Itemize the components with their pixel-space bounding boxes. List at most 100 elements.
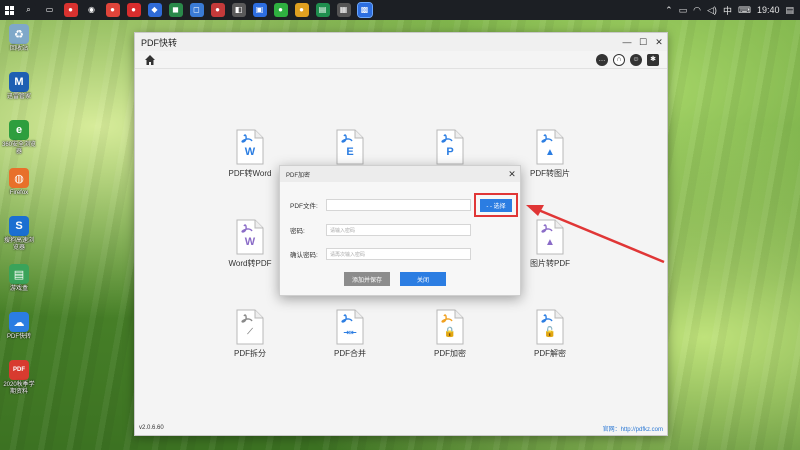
minimize-button[interactable]: —: [619, 33, 635, 51]
tool-card[interactable]: 🔓 PDF解密: [505, 309, 595, 359]
image-badge-icon: ▲: [545, 146, 555, 158]
close-icon[interactable]: ✕: [504, 169, 520, 180]
tool-label: PDF加密: [434, 349, 466, 358]
desktop-item[interactable]: e 360安全浏览器: [2, 116, 36, 164]
close-button[interactable]: 关闭: [400, 272, 446, 286]
app-icon-9[interactable]: ◧: [231, 3, 246, 17]
start-button[interactable]: [0, 0, 18, 20]
letter-badge-icon: P: [446, 146, 454, 158]
tool-label: PDF转图片: [530, 169, 570, 178]
app-icon-12[interactable]: ●: [294, 3, 309, 17]
desktop-item[interactable]: PDF 2020秋季学期资料: [2, 356, 36, 404]
chevron-up-icon[interactable]: ⌃: [665, 5, 673, 16]
task-view-icon[interactable]: ▭: [42, 3, 57, 17]
dialog-header: PDF加密 ✕: [280, 166, 520, 182]
window-title: PDF快转: [141, 37, 178, 48]
file-path-input[interactable]: [326, 199, 471, 211]
tool-label: PDF合并: [334, 349, 366, 358]
pdf-document-icon: ⇥⇤: [335, 309, 365, 345]
confirm-password-label: 确认密码:: [290, 252, 318, 259]
desktop-item[interactable]: ▤ 游戏盒: [2, 260, 36, 308]
search-icon[interactable]: ⌕: [21, 3, 36, 17]
password-label: 密码:: [290, 228, 305, 235]
unlock-badge-icon: 🔓: [543, 326, 557, 338]
app-icon-2[interactable]: ◉: [84, 3, 99, 17]
app-icon-1[interactable]: ●: [63, 3, 78, 17]
home-icon[interactable]: [143, 53, 157, 67]
app-icon-11[interactable]: ●: [273, 3, 288, 17]
user-icon[interactable]: ☺: [630, 53, 642, 66]
desktop-icons: ♻ 回收站 M 迅雷管家 e 360安全浏览器 ◍ Firefox S 搜狗高速浏览器 ▤ 游戏盒 ☁ P…: [2, 20, 36, 404]
pdf-encrypt-dialog: PDF加密 ✕ PDF文件: - - 选择 密码: 请输入密码 确认密码: 请再…: [279, 165, 521, 296]
add-and-save-button[interactable]: 添加并保存: [344, 272, 390, 286]
image-badge-icon: ▲: [545, 236, 555, 248]
desktop-item-label: Firefox: [9, 190, 29, 196]
maximize-button[interactable]: ☐: [635, 33, 651, 51]
ime-indicator[interactable]: 中: [723, 4, 732, 17]
pdf-document-icon: ⟋: [235, 309, 265, 345]
letter-badge-icon: W: [244, 236, 256, 248]
windows-logo-icon: [4, 5, 14, 15]
tool-label: 图片转PDF: [530, 259, 570, 268]
desktop-item[interactable]: ☁ PDF快转: [2, 308, 36, 356]
game-box-icon: ▤: [9, 264, 29, 284]
app-icon-10[interactable]: ▣: [252, 3, 267, 17]
desktop-item[interactable]: S 搜狗高速浏览器: [2, 212, 36, 260]
highlight-annotation-box: [474, 193, 518, 217]
file-row: PDF文件:: [290, 199, 471, 211]
desktop-item[interactable]: M 迅雷管家: [2, 68, 36, 116]
pdf-document-icon: ▲: [535, 129, 565, 165]
website-link[interactable]: 官网：http://pdfkz.com: [603, 424, 663, 433]
app-icon-7[interactable]: ◻: [189, 3, 204, 17]
app-footer: v2.0.6.60 官网：http://pdfkz.com: [135, 421, 667, 435]
tool-label: PDF转Word: [228, 169, 272, 178]
letter-badge-icon: E: [346, 146, 354, 158]
app-icon: M: [9, 72, 29, 92]
pdf-document-icon: W: [235, 129, 265, 165]
notification-icon[interactable]: ▤: [785, 5, 794, 16]
pdf-document-icon: 🔓: [535, 309, 565, 345]
tool-card[interactable]: 🔒 PDF加密: [405, 309, 495, 359]
desktop-item-label: 回收站: [9, 46, 28, 52]
chat-icon[interactable]: …: [596, 53, 608, 66]
lock-badge-icon: 🔒: [443, 326, 457, 338]
desktop-item[interactable]: ♻ 回收站: [2, 20, 36, 68]
password-row: 密码: 请输入密码: [290, 224, 471, 236]
headset-icon[interactable]: ∩: [613, 53, 625, 66]
desktop-item-label: 360安全浏览器: [2, 142, 37, 155]
app-icon-6[interactable]: ◼: [168, 3, 183, 17]
app-icon-3[interactable]: ●: [105, 3, 120, 17]
window-titlebar[interactable]: PDF快转 — ☐ ✕: [135, 33, 667, 51]
gear-icon[interactable]: ✱: [647, 53, 659, 66]
keyboard-icon[interactable]: ⌨: [738, 5, 751, 16]
password-input[interactable]: 请输入密码: [326, 224, 471, 236]
tool-label: PDF解密: [534, 349, 566, 358]
taskbar: ⌕ ▭ ● ◉ ● ● ◆ ◼ ◻ ● ◧ ▣ ● ● ▤ ▦ ▩ ⌃ ▭ ◠ ◁) 中 ⌨ 19:40 ▤: [0, 0, 800, 20]
browser-icon: S: [9, 216, 29, 236]
wifi-icon[interactable]: ◠: [693, 5, 701, 16]
desktop-item-label: PDF快转: [6, 334, 31, 340]
desktop-item[interactable]: ◍ Firefox: [2, 164, 36, 212]
merge-badge-icon: ⇥⇤: [343, 327, 357, 337]
confirm-password-input[interactable]: 请再次输入密码: [326, 248, 471, 260]
app-icon-4[interactable]: ●: [126, 3, 141, 17]
network-icon[interactable]: ▭: [679, 5, 688, 16]
split-badge-icon: ⟋: [247, 327, 253, 336]
tool-card[interactable]: ⟋ PDF拆分: [205, 309, 295, 359]
app-icon-8[interactable]: ●: [210, 3, 225, 17]
tool-card[interactable]: ⇥⇤ PDF合并: [305, 309, 395, 359]
app-icon-13[interactable]: ▤: [315, 3, 330, 17]
tool-label: PDF拆分: [234, 349, 266, 358]
taskbar-apps: ⌕ ▭ ● ◉ ● ● ◆ ◼ ◻ ● ◧ ▣ ● ● ▤ ▦ ▩: [18, 2, 375, 18]
desktop-item-label: 2020秋季学期资料: [3, 382, 35, 395]
desktop-item-label: 游戏盒: [9, 286, 28, 292]
close-window-button[interactable]: ✕: [651, 33, 667, 51]
pdf-document-icon: E: [335, 129, 365, 165]
file-label: PDF文件:: [290, 203, 318, 210]
volume-icon[interactable]: ◁): [707, 5, 717, 16]
clock[interactable]: 19:40: [757, 5, 780, 15]
pdf-document-icon: ▲: [535, 219, 565, 255]
pdf-app-taskbar-icon[interactable]: ▩: [356, 2, 373, 18]
app-icon-5[interactable]: ◆: [147, 3, 162, 17]
app-icon-14[interactable]: ▦: [336, 3, 351, 17]
